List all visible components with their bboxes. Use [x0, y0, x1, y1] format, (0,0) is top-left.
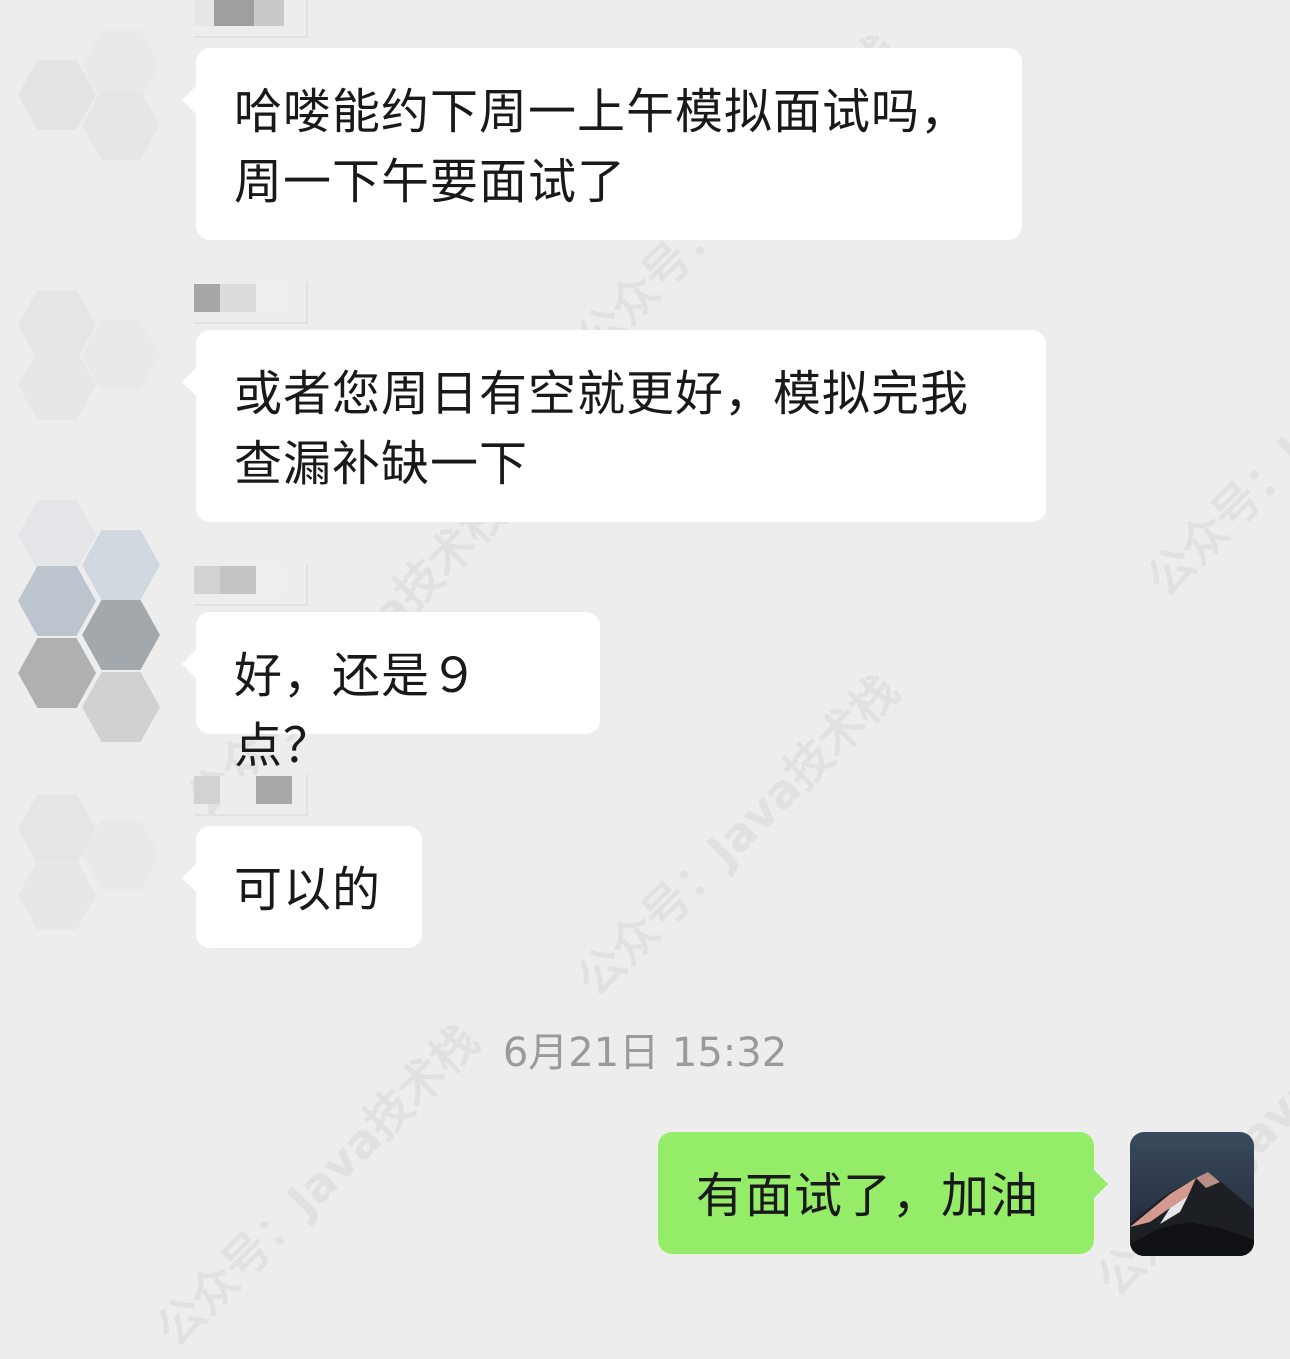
chat-window: 公众号：Java技术栈 公众号：Java技术栈 公众号：Java技术栈 公众号：… [0, 0, 1290, 1357]
message-text-line: 查漏补缺一下 [234, 436, 529, 492]
avatar[interactable] [18, 280, 168, 430]
sender-name [194, 0, 308, 38]
avatar-lower [18, 600, 168, 750]
my-avatar[interactable] [1130, 1132, 1254, 1256]
mountain-icon [1130, 1172, 1254, 1256]
message-text-line: 或者您周日有空就更好，模拟完我 [234, 366, 970, 422]
message-text-line: 周一下午要面试了 [234, 154, 627, 210]
sender-name [194, 774, 308, 816]
sender-name [194, 564, 308, 606]
message-text-line: 好，还是９点？ [234, 648, 480, 774]
avatar[interactable] [18, 20, 168, 170]
message-bubble[interactable]: 可以的 [182, 826, 422, 948]
timestamp: 6月21日 15:32 [502, 1030, 788, 1076]
message-text-line: 可以的 [234, 862, 382, 918]
message-bubble[interactable]: 好，还是９点？ [182, 612, 600, 774]
watermark: 公众号：Java技术栈 [566, 663, 910, 1007]
message-bubble-outgoing[interactable]: 有面试了，加油 [658, 1132, 1108, 1254]
message-text-line: 哈喽能约下周一上午模拟面试吗， [234, 84, 970, 140]
message-text-line: 有面试了，加油 [696, 1168, 1040, 1224]
watermark: 公众号：Java技术栈 [1136, 263, 1290, 607]
sender-name [194, 282, 308, 324]
avatar[interactable] [18, 760, 168, 930]
message-bubble[interactable]: 或者您周日有空就更好，模拟完我 查漏补缺一下 [182, 330, 1046, 522]
message-bubble[interactable]: 哈喽能约下周一上午模拟面试吗， 周一下午要面试了 [182, 48, 1022, 240]
